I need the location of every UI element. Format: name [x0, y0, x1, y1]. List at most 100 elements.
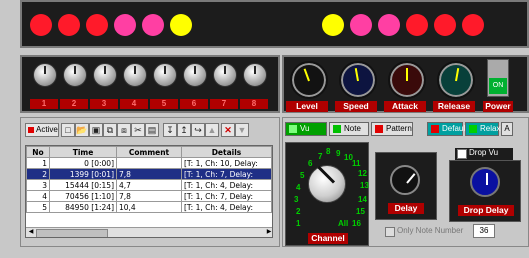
attack-knob[interactable]	[388, 61, 426, 99]
open-file-button[interactable]: 📂	[75, 123, 89, 137]
list-panel: Active □ 📂 ▣ ⧉ ⧈ ✂ ▤ ↧ ↥ ↪ ▲ ✕ ▼ No Time…	[20, 117, 280, 247]
tab-vu[interactable]: Vu	[285, 122, 327, 136]
relax-indicator	[469, 125, 477, 133]
channel-knob[interactable]	[33, 63, 57, 87]
cut-button[interactable]: ✂	[131, 123, 145, 137]
a-button[interactable]: A	[501, 122, 513, 136]
paste-button[interactable]: ⧈	[117, 123, 131, 137]
default-label: Default	[442, 124, 468, 133]
channel-number-label: 3	[90, 99, 118, 109]
tab-pattern[interactable]: Pattern	[371, 122, 413, 136]
channel-knob[interactable]	[243, 63, 267, 87]
channel-knob[interactable]	[183, 63, 207, 87]
power-toggle[interactable]: ON	[487, 59, 509, 97]
channel-number-label: 6	[180, 99, 208, 109]
dial-number: 15	[356, 207, 365, 216]
table-cell: 10,4	[116, 201, 182, 213]
event-table: No Time Comment Details 10 [0:00] [T: 1, …	[26, 146, 272, 213]
copy-button[interactable]: ⧉	[103, 123, 117, 137]
led-indicator	[114, 14, 136, 36]
table-body: 10 [0:00] [T: 1, Ch: 10, Delay: 2 1399 [0:0…	[26, 157, 272, 213]
table-cell: [T: 1, Ch: 4, Delay:	[181, 201, 272, 213]
default-button[interactable]: Default	[427, 122, 467, 136]
drop-delay-label: Drop Delay	[458, 205, 514, 216]
led-indicator	[378, 14, 400, 36]
table-cell: 5	[26, 201, 50, 213]
table-row[interactable]: 2 1399 [0:01] 7,8 [T: 1, Ch: 7, Delay:	[26, 168, 272, 180]
table-cell: 3	[26, 179, 50, 191]
led-indicator	[406, 14, 428, 36]
column-header[interactable]: Details	[181, 146, 272, 158]
table-cell: 4	[26, 190, 50, 202]
tab-vu-label: Vu	[300, 124, 310, 133]
channel-knob[interactable]	[93, 63, 117, 87]
move-up-button[interactable]: ▲	[205, 123, 219, 137]
delay-label: Delay	[388, 203, 424, 214]
delay-panel: Delay	[375, 152, 437, 220]
table-row[interactable]: 5 84950 [1:24] 10,4 [T: 1, Ch: 4, Delay:	[26, 201, 272, 213]
tab-note[interactable]: Note	[329, 122, 369, 136]
channel-knob[interactable]	[213, 63, 237, 87]
scroll-left-icon[interactable]: ◀	[26, 228, 36, 237]
save-file-button[interactable]: ▣	[89, 123, 103, 137]
table-row[interactable]: 4 70456 [1:10] 7,8 [T: 1, Ch: 7, Delay:	[26, 190, 272, 202]
led-indicator	[434, 14, 456, 36]
channel-number-label: 8	[240, 99, 268, 109]
channel-knob[interactable]	[63, 63, 87, 87]
release-label: Release	[433, 101, 475, 112]
delete-button[interactable]: ✕	[221, 123, 235, 137]
channel-number-label: 5	[150, 99, 178, 109]
table-cell: 4,7	[116, 179, 182, 191]
drop-delay-knob[interactable]	[470, 167, 500, 197]
only-note-checkbox-row[interactable]: Only Note Number	[385, 226, 477, 238]
column-header[interactable]: Comment	[116, 146, 182, 158]
redo-button[interactable]: ↪	[191, 123, 205, 137]
drop-vu-checkbox-row[interactable]: Drop Vu	[455, 148, 513, 160]
column-header[interactable]: No	[26, 146, 50, 158]
sort-e-button[interactable]: ↥	[177, 123, 191, 137]
speed-label: Speed	[335, 101, 377, 112]
table-cell: 1399 [0:01]	[49, 168, 117, 180]
channel-knob[interactable]	[123, 63, 147, 87]
active-toggle[interactable]: Active	[25, 123, 59, 137]
channel-number-label: 7	[210, 99, 238, 109]
relax-button[interactable]: Relax	[465, 122, 500, 136]
tab-note-label: Note	[344, 124, 361, 133]
table-row[interactable]: 3 15444 [0:15] 4,7 [T: 1, Ch: 4, Delay:	[26, 179, 272, 191]
new-file-button[interactable]: □	[61, 123, 75, 137]
dial-number: 2	[296, 207, 301, 216]
horizontal-scrollbar[interactable]: ◀ ▶	[26, 227, 272, 237]
drop-delay-panel: Drop Delay	[449, 160, 521, 222]
dial-number: 8	[326, 147, 331, 156]
table-cell: 7,8	[116, 190, 182, 202]
scroll-right-icon[interactable]: ▶	[264, 228, 272, 237]
note-number-input[interactable]: 36	[473, 224, 495, 238]
dial-number: 4	[296, 183, 301, 192]
clipboard-button[interactable]: ▤	[145, 123, 159, 137]
channel-dial[interactable]	[308, 165, 346, 203]
dial-number: 13	[360, 181, 369, 190]
channel-knobs-panel: 12345678	[20, 55, 280, 113]
knob-pointer	[455, 68, 460, 82]
sort-down-button[interactable]: ↧	[163, 123, 177, 137]
table-row[interactable]: 10 [0:00] [T: 1, Ch: 10, Delay:	[26, 157, 272, 169]
table-cell: [T: 1, Ch: 7, Delay:	[181, 190, 272, 202]
speed-knob[interactable]	[339, 61, 377, 99]
dial-number: 6	[308, 159, 313, 168]
release-knob[interactable]	[437, 61, 475, 99]
column-header[interactable]: Time	[49, 146, 117, 158]
channel-knob[interactable]	[153, 63, 177, 87]
level-knob[interactable]	[290, 61, 328, 99]
led-indicator	[30, 14, 52, 36]
dial-number: 1	[296, 219, 301, 228]
power-on-button[interactable]: ON	[489, 78, 507, 94]
scroll-thumb[interactable]	[36, 229, 108, 237]
toolbar: Active □ 📂 ▣ ⧉ ⧈ ✂ ▤ ↧ ↥ ↪ ▲ ✕ ▼	[25, 123, 275, 137]
event-table-container: No Time Comment Details 10 [0:00] [T: 1, …	[25, 145, 273, 238]
move-down-button[interactable]: ▼	[235, 123, 249, 137]
drop-vu-checkbox[interactable]	[457, 149, 467, 159]
only-note-checkbox[interactable]	[385, 227, 395, 237]
dial-number: 11	[352, 159, 361, 168]
delay-knob[interactable]	[390, 165, 420, 195]
drop-vu-label: Drop Vu	[469, 148, 499, 157]
